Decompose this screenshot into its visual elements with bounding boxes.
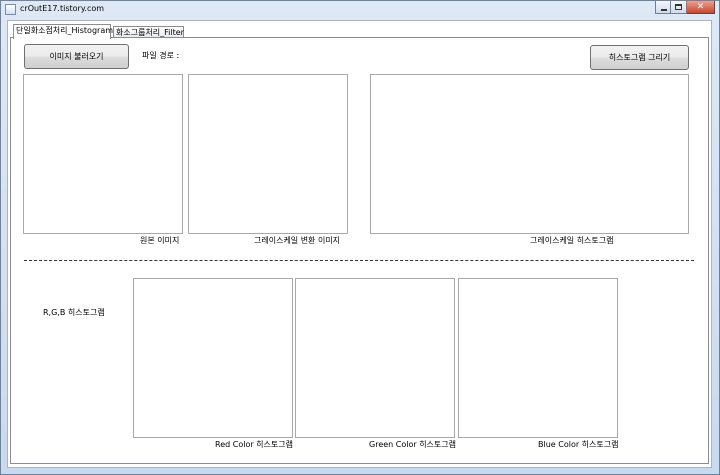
- title-bar[interactable]: crOutE17.tistory.com ✕: [1, 1, 719, 19]
- blue-histogram-box: [458, 278, 618, 438]
- maximize-icon: [675, 4, 682, 10]
- minimize-icon: [661, 9, 667, 11]
- grayscale-histogram-label: 그레이스케일 히스토그램: [530, 236, 614, 245]
- draw-histogram-button[interactable]: 히스토그램 그리기: [590, 45, 689, 70]
- minimize-button[interactable]: [655, 1, 671, 14]
- window-title: crOutE17.tistory.com: [20, 4, 105, 13]
- load-image-button[interactable]: 이미지 불러오기: [24, 44, 129, 69]
- rgb-histogram-label: R,G,B 히스토그램: [43, 308, 105, 317]
- blue-histogram-label: Blue Color 히스토그램: [538, 440, 619, 449]
- red-histogram-label: Red Color 히스토그램: [215, 440, 293, 449]
- app-icon[interactable]: [5, 4, 16, 15]
- green-histogram-box: [295, 278, 455, 438]
- close-button[interactable]: ✕: [687, 1, 715, 14]
- green-histogram-label: Green Color 히스토그램: [369, 440, 456, 449]
- original-image-box: [23, 74, 183, 234]
- file-path-label: 파일 경로 :: [142, 51, 180, 60]
- tab-histogram[interactable]: 단일화소점처리_Histogram: [13, 24, 113, 39]
- grayscale-image-label: 그레이스케일 변환 이미지: [254, 236, 341, 245]
- red-histogram-box: [133, 278, 293, 438]
- original-image-label: 원본 이미지: [140, 236, 180, 245]
- section-divider: [24, 260, 694, 261]
- maximize-button[interactable]: [671, 1, 687, 14]
- window-controls: ✕: [655, 1, 715, 15]
- grayscale-image-box: [188, 74, 348, 234]
- close-icon: ✕: [696, 2, 705, 12]
- grayscale-histogram-box: [370, 74, 689, 234]
